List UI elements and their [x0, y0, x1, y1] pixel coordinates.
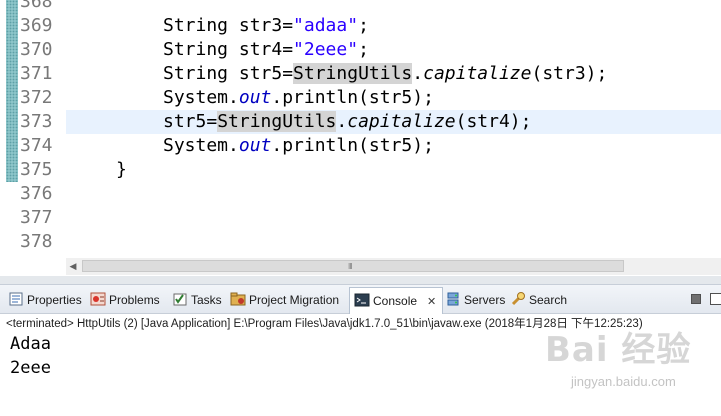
line-number: 375: [20, 159, 53, 180]
problems-icon: [90, 291, 106, 307]
console-output-line: 2eee: [10, 358, 51, 378]
code-token: ;: [358, 39, 369, 60]
code-token: capitalize: [423, 63, 532, 84]
tab-problems[interactable]: Problems: [90, 289, 160, 311]
code-token: out: [238, 135, 272, 156]
project-migration-icon: [230, 291, 246, 307]
tab-label: Project Migration: [249, 293, 340, 307]
tab-label: Problems: [109, 293, 160, 307]
scroll-left-icon[interactable]: ◀: [66, 258, 80, 275]
code-line[interactable]: System.out.println(str5);: [66, 86, 721, 110]
line-number: 374: [20, 135, 53, 156]
code-token: .println(str5);: [271, 135, 434, 156]
servers-icon: [445, 291, 461, 307]
tab-label: Tasks: [191, 293, 222, 307]
code-token: String str3=: [163, 15, 294, 36]
minimize-view-icon[interactable]: [691, 294, 701, 304]
code-token: "adaa": [293, 15, 359, 36]
code-token: System.: [163, 135, 239, 156]
quick-diff-ruler: [6, 0, 18, 182]
tab-label: Properties: [27, 293, 82, 307]
code-token: (str4);: [455, 111, 532, 132]
horizontal-scrollbar[interactable]: ◀ III: [66, 258, 721, 275]
code-token: "2eee": [293, 39, 359, 60]
tab-properties[interactable]: Properties: [8, 289, 82, 311]
console-launch-info: <terminated> HttpUtils (2) [Java Applica…: [6, 318, 643, 330]
view-tab-bar: Properties Problems Tasks Project Migration…: [0, 284, 721, 314]
code-line[interactable]: str5=StringUtils.capitalize(str4);: [66, 110, 721, 134]
code-token: ;: [358, 15, 369, 36]
tab-label: Console: [373, 294, 418, 308]
line-number: 371: [20, 63, 53, 84]
properties-icon: [8, 291, 24, 307]
tab-label: Search: [529, 293, 568, 307]
code-token: .: [412, 63, 424, 84]
console-icon: [354, 291, 370, 307]
console-output-line: Adaa: [10, 334, 51, 354]
scrollbar-thumb[interactable]: III: [82, 260, 624, 272]
code-line[interactable]: String str5=StringUtils.capitalize(str3)…: [66, 62, 721, 86]
line-number: 373: [20, 111, 53, 132]
code-token: .: [336, 111, 348, 132]
tab-servers[interactable]: Servers: [445, 289, 505, 311]
code-line[interactable]: [66, 182, 721, 206]
code-line[interactable]: [66, 0, 721, 14]
code-token: .println(str5);: [271, 87, 434, 108]
line-number: 376: [20, 183, 53, 204]
tab-project-migration[interactable]: Project Migration: [230, 289, 339, 311]
scrollbar-grip: III: [348, 262, 353, 271]
tab-console[interactable]: Console ✕: [349, 287, 444, 315]
line-number: 368: [20, 0, 53, 12]
line-number: 378: [20, 231, 53, 252]
maximize-view-icon[interactable]: [710, 293, 721, 305]
code-token: StringUtils: [217, 111, 337, 132]
code-line[interactable]: String str3="adaa";: [66, 14, 721, 38]
code-token: capitalize: [347, 111, 456, 132]
code-token: String str4=: [163, 39, 294, 60]
code-line[interactable]: [66, 230, 721, 254]
close-icon[interactable]: ✕: [427, 289, 436, 315]
search-icon: [510, 291, 526, 307]
line-number: 369: [20, 15, 53, 36]
code-token: System.: [163, 87, 239, 108]
code-line[interactable]: String str4="2eee";: [66, 38, 721, 62]
code-editor[interactable]: 368 369 370 371 372 373 374 375 376 377 378 String…: [0, 0, 721, 284]
code-token: out: [238, 87, 272, 108]
line-number: 370: [20, 39, 53, 60]
code-area[interactable]: String str3="adaa"; String str4="2eee"; St…: [66, 0, 721, 258]
code-token: String str5=: [163, 63, 294, 84]
line-number-gutter: 368 369 370 371 372 373 374 375 376 377 378: [18, 0, 58, 258]
tasks-icon: [172, 291, 188, 307]
views-panel: Properties Problems Tasks Project Migration…: [0, 284, 721, 416]
code-line[interactable]: }: [66, 158, 721, 182]
tab-tasks[interactable]: Tasks: [172, 289, 222, 311]
line-number: 377: [20, 207, 53, 228]
tab-label: Servers: [464, 293, 506, 307]
line-number: 372: [20, 87, 53, 108]
code-token: }: [116, 159, 127, 180]
code-line[interactable]: [66, 206, 721, 230]
panel-sash[interactable]: [0, 276, 721, 284]
tab-search[interactable]: Search: [510, 289, 567, 311]
code-token: StringUtils: [293, 63, 413, 84]
code-line[interactable]: System.out.println(str5);: [66, 134, 721, 158]
code-token: (str3);: [531, 63, 608, 84]
code-token: str5=: [163, 111, 218, 132]
